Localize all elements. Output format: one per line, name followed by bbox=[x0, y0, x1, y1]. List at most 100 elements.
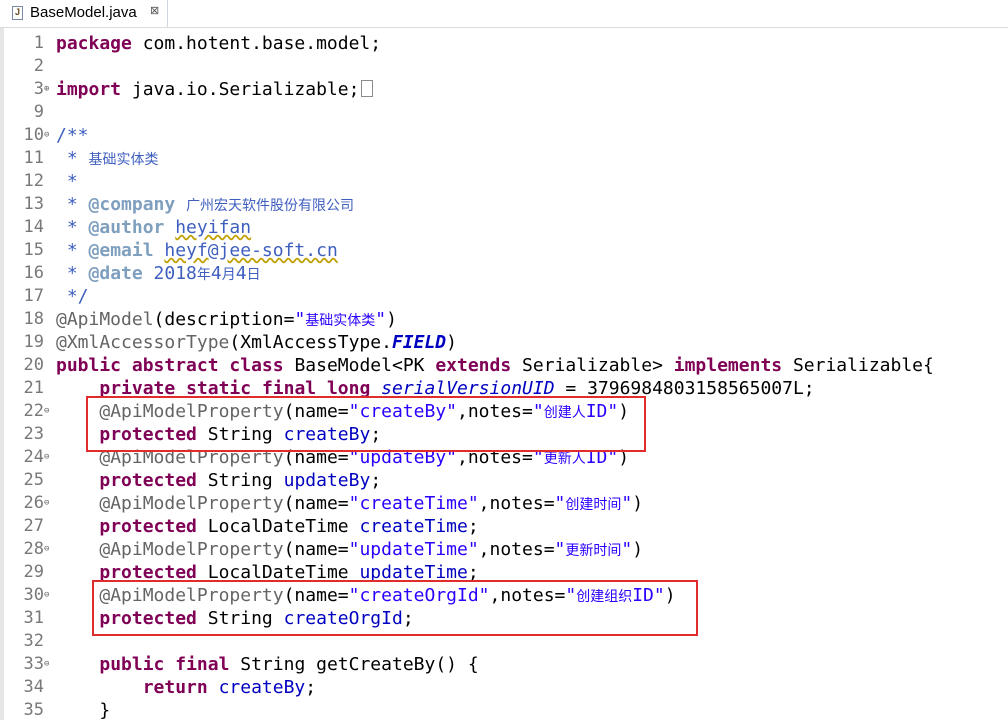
code-line[interactable]: 27 protected LocalDateTime createTime; bbox=[0, 515, 1008, 538]
code-line[interactable]: 28 ⊖ @ApiModelProperty(name="updateTime",… bbox=[0, 538, 1008, 561]
code-editor[interactable]: 1 package com.hotent.base.model; 2 3 ⊕ import… bbox=[0, 30, 1008, 722]
code-text: protected LocalDateTime createTime; bbox=[99, 516, 479, 537]
code-line[interactable]: 15 * @email heyf@jee-soft.cn bbox=[0, 239, 1008, 262]
line-number: 14 bbox=[23, 217, 44, 237]
line-number: 35 bbox=[23, 700, 44, 720]
code-line[interactable]: 24 ⊖ @ApiModelProperty(name="updateBy",no… bbox=[0, 446, 1008, 469]
code-text: * @author heyifan bbox=[56, 217, 252, 238]
code-text: package com.hotent.base.model; bbox=[56, 33, 382, 54]
fold-collapse-icon[interactable]: ⊖ bbox=[44, 653, 49, 676]
code-line[interactable]: 17 */ bbox=[0, 285, 1008, 308]
code-line[interactable]: 25 protected String updateBy; bbox=[0, 469, 1008, 492]
code-text: * 基础实体类 bbox=[56, 148, 159, 169]
line-number: 28 bbox=[23, 539, 44, 559]
code-text: * @company 广州宏天软件股份有限公司 bbox=[56, 194, 355, 215]
code-text: * bbox=[56, 171, 78, 192]
code-text: @ApiModel(description="基础实体类") bbox=[56, 309, 397, 330]
java-file-icon: J bbox=[12, 6, 23, 20]
fold-collapse-icon[interactable]: ⊖ bbox=[44, 538, 49, 561]
code-text: public abstract class BaseModel<PK exten… bbox=[56, 355, 934, 376]
code-text: } bbox=[56, 700, 111, 721]
fold-expand-icon[interactable]: ⊕ bbox=[44, 78, 49, 101]
line-number: 24 bbox=[23, 447, 44, 467]
code-text: @ApiModelProperty(name="updateTime",note… bbox=[99, 539, 644, 560]
code-text: protected String createBy; bbox=[99, 424, 382, 445]
code-line[interactable]: 13 * @company 广州宏天软件股份有限公司 bbox=[0, 193, 1008, 216]
code-text: /** bbox=[56, 125, 89, 146]
code-text: @ApiModelProperty(name="createBy",notes=… bbox=[99, 401, 630, 422]
code-text: public final String getCreateBy() { bbox=[99, 654, 479, 675]
code-text: @XmlAccessorType(XmlAccessType.FIELD) bbox=[56, 332, 457, 353]
line-number: 17 bbox=[23, 286, 44, 306]
code-text: protected String createOrgId; bbox=[99, 608, 414, 629]
line-number: 34 bbox=[23, 677, 44, 697]
code-line[interactable]: 20 public abstract class BaseModel<PK ext… bbox=[0, 354, 1008, 377]
editor-tab-bar: J BaseModel.java ⊠ bbox=[0, 0, 1008, 28]
code-text: protected String updateBy; bbox=[99, 470, 382, 491]
code-text: @ApiModelProperty(name="createTime",note… bbox=[99, 493, 644, 514]
line-number: 10 bbox=[23, 125, 44, 145]
code-text: @ApiModelProperty(name="updateBy",notes=… bbox=[99, 447, 630, 468]
line-number: 9 bbox=[33, 102, 44, 122]
collapsed-imports-marker[interactable] bbox=[361, 80, 374, 97]
code-line[interactable]: 30 ⊖ @ApiModelProperty(name="createOrgId"… bbox=[0, 584, 1008, 607]
line-number: 33 bbox=[23, 654, 44, 674]
code-line[interactable]: 2 bbox=[0, 55, 1008, 78]
line-number: 29 bbox=[23, 562, 44, 582]
code-text: @ApiModelProperty(name="createOrgId",not… bbox=[99, 585, 676, 606]
code-line[interactable]: 14 * @author heyifan bbox=[0, 216, 1008, 239]
line-number: 20 bbox=[23, 355, 44, 375]
code-line[interactable]: 29 protected LocalDateTime updateTime; bbox=[0, 561, 1008, 584]
line-number: 26 bbox=[23, 493, 44, 513]
line-number: 15 bbox=[23, 240, 44, 260]
code-line[interactable]: 33 ⊖ public final String getCreateBy() { bbox=[0, 653, 1008, 676]
line-number: 16 bbox=[23, 263, 44, 283]
close-icon[interactable]: ⊠ bbox=[150, 4, 159, 17]
code-text: * @email heyf@jee-soft.cn bbox=[56, 240, 338, 261]
line-number: 25 bbox=[23, 470, 44, 490]
fold-collapse-icon[interactable]: ⊖ bbox=[44, 584, 49, 607]
code-line[interactable]: 34 return createBy; bbox=[0, 676, 1008, 699]
line-number: 3 bbox=[33, 79, 44, 99]
code-text: */ bbox=[56, 286, 89, 307]
line-number: 31 bbox=[23, 608, 44, 628]
code-line[interactable]: 23 protected String createBy; bbox=[0, 423, 1008, 446]
line-number: 2 bbox=[33, 56, 44, 76]
code-line[interactable]: 18 @ApiModel(description="基础实体类") bbox=[0, 308, 1008, 331]
line-number: 27 bbox=[23, 516, 44, 536]
tab-title: BaseModel.java bbox=[30, 4, 137, 21]
line-number: 12 bbox=[23, 171, 44, 191]
code-line[interactable]: 26 ⊖ @ApiModelProperty(name="createTime",… bbox=[0, 492, 1008, 515]
line-number: 23 bbox=[23, 424, 44, 444]
code-line[interactable]: 11 * 基础实体类 bbox=[0, 147, 1008, 170]
fold-collapse-icon[interactable]: ⊖ bbox=[44, 492, 49, 515]
line-number: 21 bbox=[23, 378, 44, 398]
code-text: private static final long serialVersionU… bbox=[99, 378, 815, 399]
fold-collapse-icon[interactable]: ⊖ bbox=[44, 446, 49, 469]
code-line[interactable]: 3 ⊕ import java.io.Serializable; bbox=[0, 78, 1008, 101]
code-line[interactable]: 16 * @date 2018年4月4日 bbox=[0, 262, 1008, 285]
code-line[interactable]: 9 bbox=[0, 101, 1008, 124]
code-line[interactable]: 1 package com.hotent.base.model; bbox=[0, 32, 1008, 55]
line-number: 1 bbox=[33, 33, 44, 53]
code-line[interactable]: 19 @XmlAccessorType(XmlAccessType.FIELD) bbox=[0, 331, 1008, 354]
line-number: 11 bbox=[23, 148, 44, 168]
line-number: 32 bbox=[23, 631, 44, 651]
code-line[interactable]: 10 ⊖ /** bbox=[0, 124, 1008, 147]
code-line[interactable]: 22 ⊖ @ApiModelProperty(name="createBy",no… bbox=[0, 400, 1008, 423]
code-line[interactable]: 12 * bbox=[0, 170, 1008, 193]
fold-collapse-icon[interactable]: ⊖ bbox=[44, 124, 49, 147]
tab-basemodel-java[interactable]: J BaseModel.java ⊠ bbox=[0, 0, 168, 27]
line-number: 22 bbox=[23, 401, 44, 421]
code-line[interactable]: 35 } bbox=[0, 699, 1008, 722]
fold-collapse-icon[interactable]: ⊖ bbox=[44, 400, 49, 423]
line-number: 13 bbox=[23, 194, 44, 214]
code-line[interactable]: 32 bbox=[0, 630, 1008, 653]
code-text: import java.io.Serializable; bbox=[56, 78, 374, 101]
line-number: 30 bbox=[23, 585, 44, 605]
code-text: protected LocalDateTime updateTime; bbox=[99, 562, 479, 583]
code-line[interactable]: 31 protected String createOrgId; bbox=[0, 607, 1008, 630]
line-number: 19 bbox=[23, 332, 44, 352]
code-text: * @date 2018年4月4日 bbox=[56, 263, 261, 284]
code-line[interactable]: 21 private static final long serialVersi… bbox=[0, 377, 1008, 400]
